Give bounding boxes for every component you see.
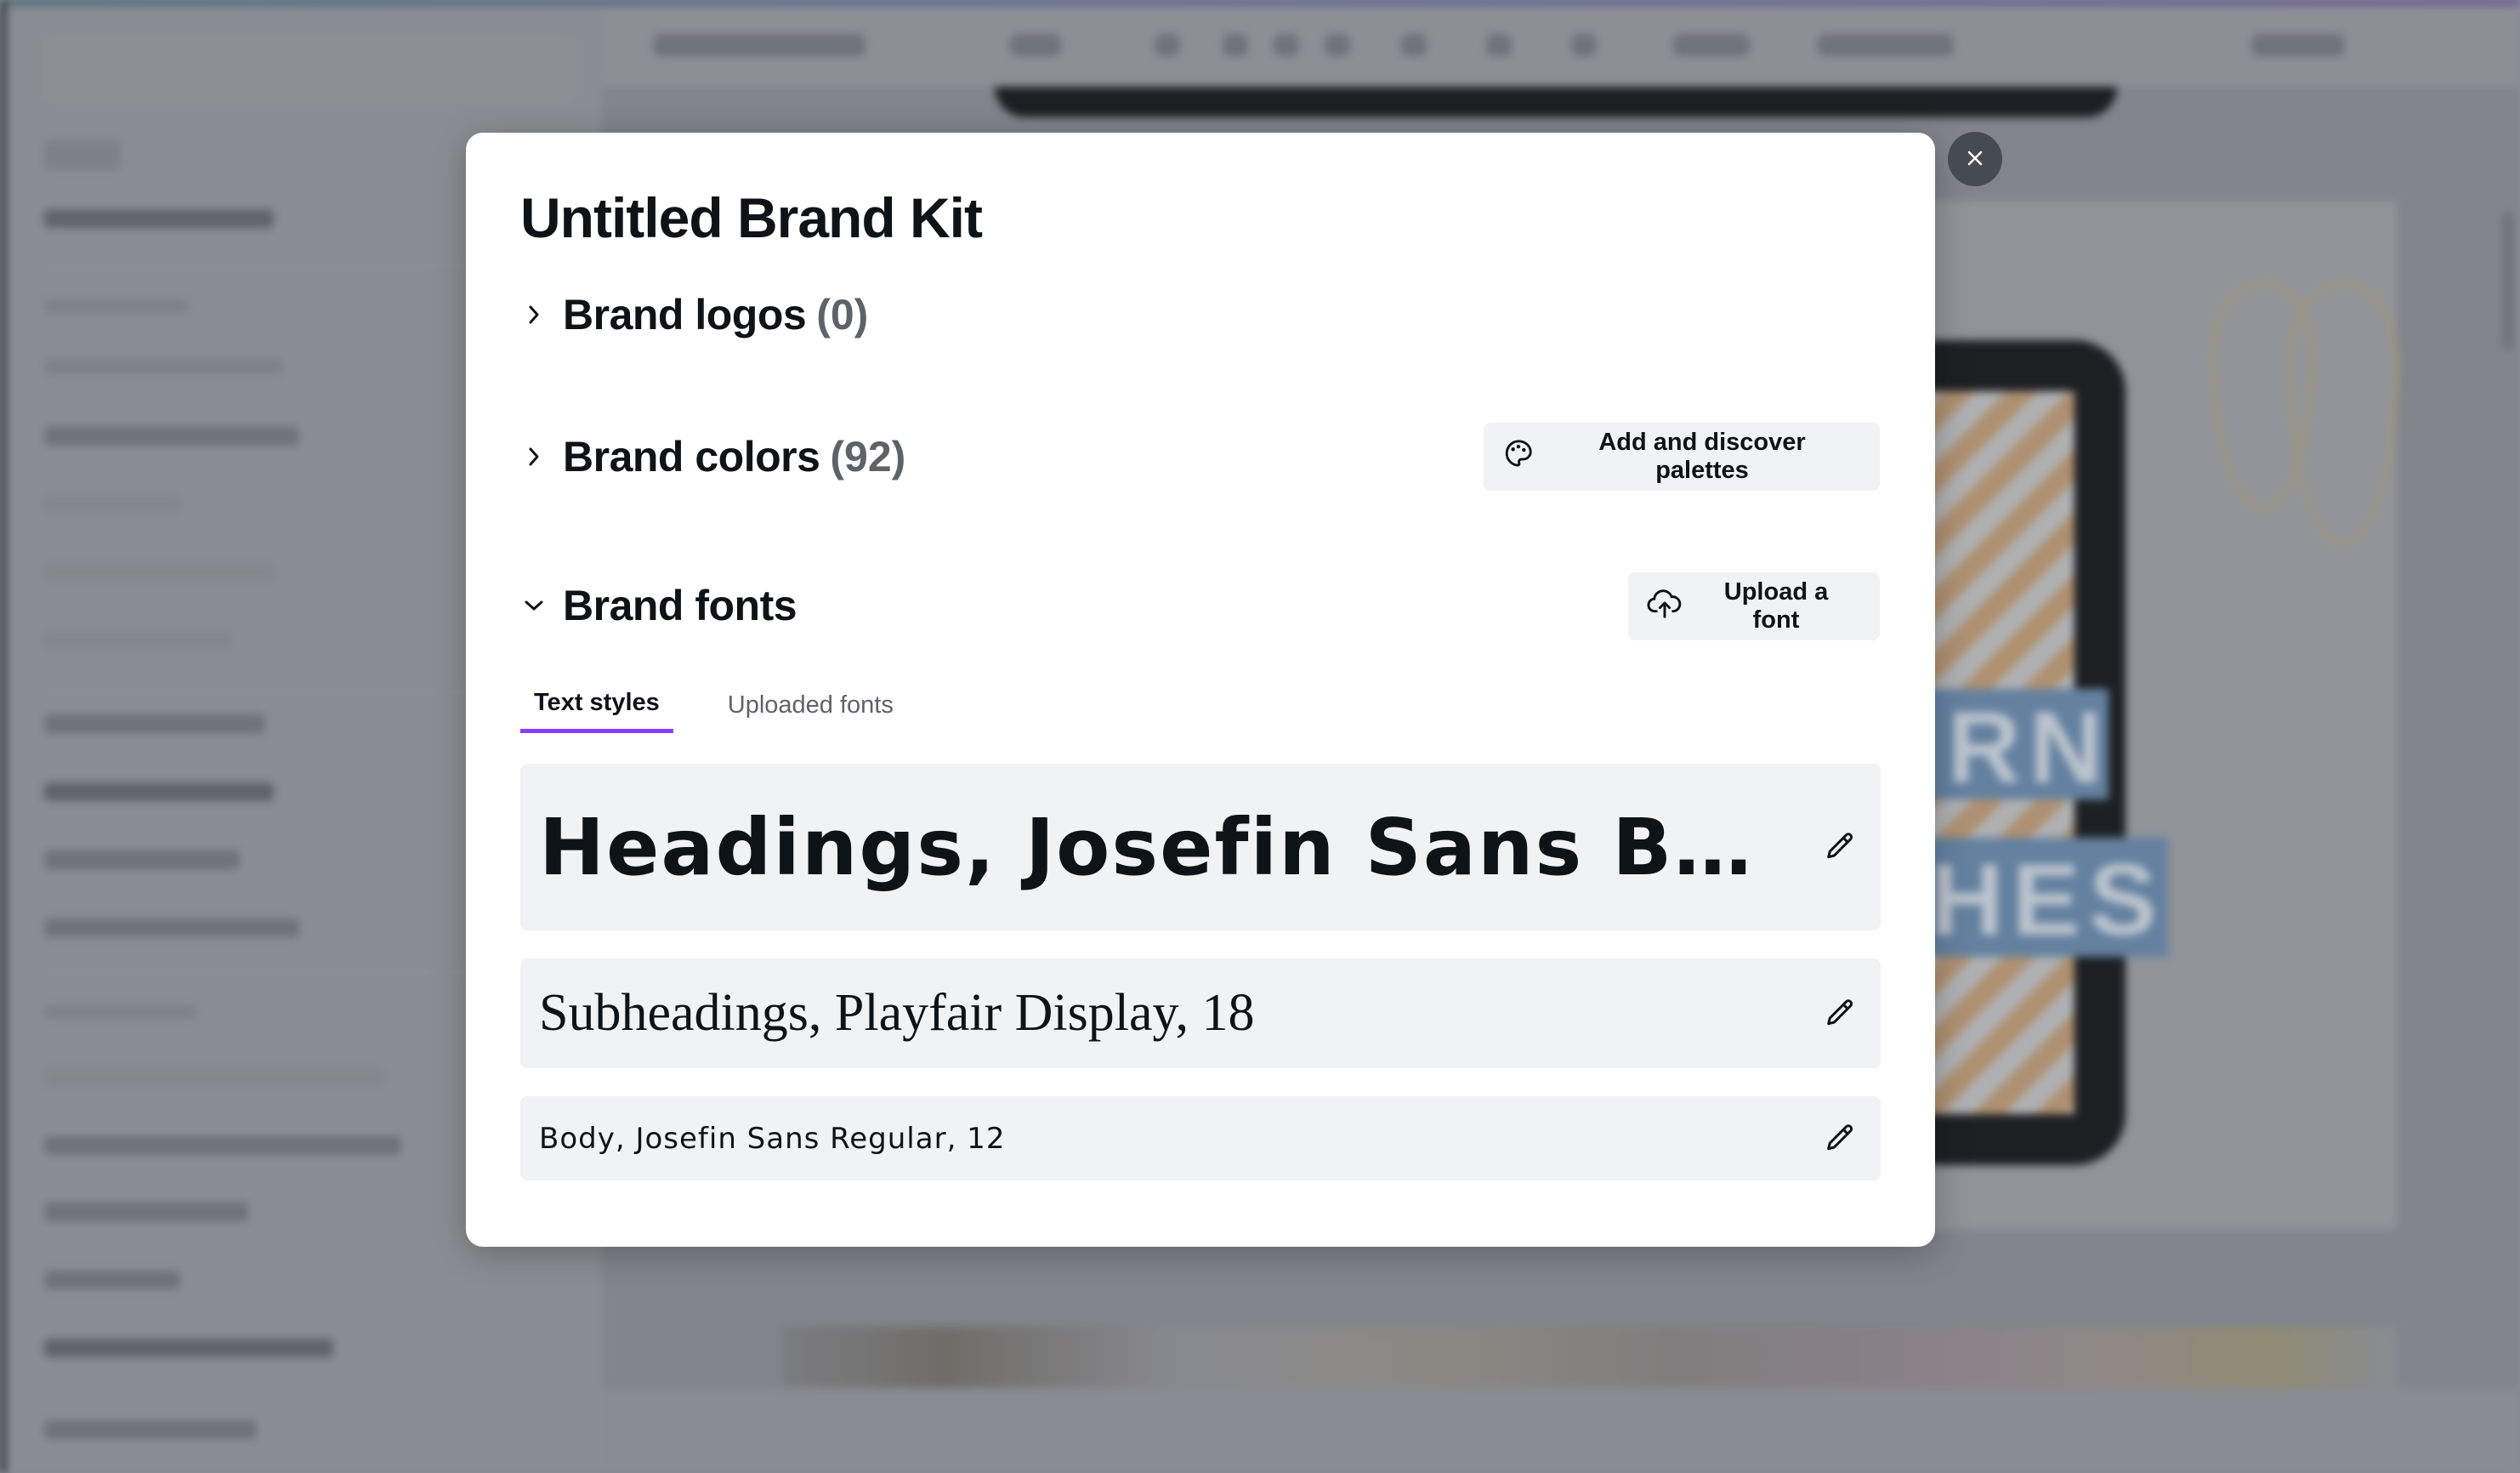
brand-fonts-tabs: Text styles Uploaded fonts xyxy=(520,677,907,736)
upload-font-button[interactable]: Upload a font xyxy=(1628,572,1880,640)
close-modal-button[interactable] xyxy=(1948,132,2002,186)
chevron-right-icon xyxy=(520,443,548,470)
tab-uploaded-fonts[interactable]: Uploaded fonts xyxy=(714,677,907,733)
section-brand-logos[interactable]: Brand logos (0) xyxy=(520,290,868,339)
section-brand-fonts[interactable]: Brand fonts xyxy=(520,581,797,630)
text-style-label: Headings, Josefin Sans Bold, 31... xyxy=(539,801,1806,893)
text-style-row-subheading[interactable]: Subheadings, Playfair Display, 18 xyxy=(520,958,1881,1068)
modal-title: Untitled Brand Kit xyxy=(520,186,983,249)
cloud-upload-icon xyxy=(1647,586,1700,627)
chevron-down-icon xyxy=(520,592,548,619)
button-label: Add and discover palettes xyxy=(1598,429,1806,484)
section-title: Brand fonts xyxy=(563,582,797,629)
brand-kit-modal: Untitled Brand Kit Brand logos (0) Brand… xyxy=(466,133,1935,1247)
text-style-label: Body, Josefin Sans Regular, 12 xyxy=(539,1121,1006,1156)
section-title: Brand colors xyxy=(563,433,820,481)
text-style-row-heading[interactable]: Headings, Josefin Sans Bold, 31... xyxy=(520,764,1881,930)
palette-icon xyxy=(1502,437,1552,476)
tab-text-styles[interactable]: Text styles xyxy=(520,677,673,733)
text-style-label: Subheadings, Playfair Display, 18 xyxy=(539,984,1255,1042)
button-label: Upload a font xyxy=(1723,578,1829,634)
close-icon xyxy=(1966,149,1984,170)
pencil-icon[interactable] xyxy=(1819,827,1860,867)
add-discover-palettes-button[interactable]: Add and discover palettes xyxy=(1484,423,1880,491)
section-brand-colors[interactable]: Brand colors (92) xyxy=(520,432,905,481)
chevron-right-icon xyxy=(520,301,548,328)
pencil-icon[interactable] xyxy=(1819,1118,1860,1159)
section-count: (92) xyxy=(830,433,906,481)
text-style-row-body[interactable]: Body, Josefin Sans Regular, 12 xyxy=(520,1096,1881,1180)
pencil-icon[interactable] xyxy=(1819,993,1860,1034)
section-count: (0) xyxy=(816,291,869,338)
section-title: Brand logos xyxy=(563,291,807,338)
